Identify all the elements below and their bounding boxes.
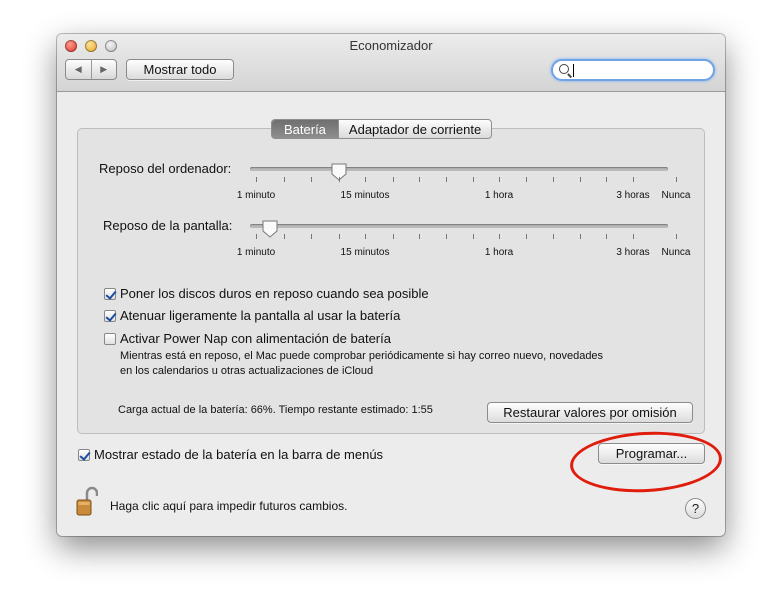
search-field[interactable] bbox=[551, 59, 715, 81]
text-caret bbox=[573, 64, 574, 77]
dim-display-label: Atenuar ligeramente la pantalla al usar … bbox=[120, 308, 401, 323]
back-forward-control: ◀ ▶ bbox=[65, 59, 117, 80]
slider-tick bbox=[553, 177, 554, 182]
slider-tick bbox=[473, 177, 474, 182]
slider-tick bbox=[499, 177, 500, 182]
power-nap-note-line: en los calendarios u otras actualizacion… bbox=[120, 365, 374, 377]
slider-tick bbox=[526, 234, 527, 239]
slider-tick bbox=[676, 234, 677, 239]
slider-tick bbox=[446, 234, 447, 239]
power-nap-note-line: Mientras está en reposo, el Mac puede co… bbox=[120, 350, 604, 362]
power-nap-note: Mientras está en reposo, el Mac puede co… bbox=[120, 349, 603, 379]
window-title: Economizador bbox=[349, 38, 433, 53]
slider-tick bbox=[526, 177, 527, 182]
tick-label-never: Nunca bbox=[661, 247, 691, 258]
slider-tick bbox=[606, 234, 607, 239]
tick-label-never: Nunca bbox=[661, 190, 691, 201]
chevron-left-icon[interactable]: ◀ bbox=[66, 60, 91, 79]
hard-disk-sleep-checkbox[interactable] bbox=[104, 287, 116, 300]
slider-tick bbox=[419, 177, 420, 182]
unlocked-padlock-icon[interactable] bbox=[76, 486, 99, 516]
slider-tick bbox=[393, 234, 394, 239]
restore-defaults-button[interactable]: Restaurar valores por omisión bbox=[487, 402, 693, 423]
tick-label-1-hour: 1 hora bbox=[484, 190, 514, 201]
power-source-tabs: Batería Adaptador de corriente bbox=[271, 119, 493, 139]
slider-tick bbox=[311, 234, 312, 239]
display-sleep-slider-thumb[interactable] bbox=[262, 220, 278, 238]
show-all-button[interactable]: Mostrar todo bbox=[126, 59, 234, 80]
slider-tick bbox=[580, 177, 581, 182]
slider-tick bbox=[256, 234, 257, 239]
slider-tick bbox=[365, 177, 366, 182]
power-nap-row[interactable]: Activar Power Nap con alimentación de ba… bbox=[104, 331, 391, 346]
show-battery-status-row[interactable]: Mostrar estado de la batería en la barra… bbox=[78, 447, 383, 462]
slider-tick bbox=[473, 234, 474, 239]
battery-status-text: Carga actual de la batería: 66%. Tiempo … bbox=[118, 404, 433, 416]
slider-tick bbox=[256, 177, 257, 182]
tick-label-15-minutes: 15 minutos bbox=[340, 247, 390, 258]
slider-tick bbox=[606, 177, 607, 182]
title-bar: Economizador ◀ ▶ Mostrar todo bbox=[57, 34, 725, 92]
slider-tick bbox=[633, 177, 634, 182]
computer-sleep-slider-track[interactable] bbox=[250, 167, 668, 171]
search-icon bbox=[559, 64, 569, 74]
tab-battery[interactable]: Batería bbox=[272, 120, 338, 138]
show-battery-status-checkbox[interactable] bbox=[78, 448, 90, 461]
search-input[interactable] bbox=[575, 61, 709, 81]
tick-label-3-hours: 3 horas bbox=[616, 190, 650, 201]
computer-sleep-label: Reposo del ordenador: bbox=[99, 161, 232, 176]
slider-tick bbox=[446, 177, 447, 182]
slider-tick bbox=[393, 177, 394, 182]
hard-disk-sleep-label: Poner los discos duros en reposo cuando … bbox=[120, 286, 429, 301]
lock-hint-text: Haga clic aquí para impedir futuros camb… bbox=[110, 499, 348, 513]
slider-tick bbox=[580, 234, 581, 239]
tab-power-adapter[interactable]: Adaptador de corriente bbox=[337, 120, 491, 138]
power-nap-label: Activar Power Nap con alimentación de ba… bbox=[120, 331, 391, 346]
slider-tick bbox=[284, 234, 285, 239]
slider-tick bbox=[553, 234, 554, 239]
tick-label-15-minutes: 15 minutos bbox=[340, 190, 390, 201]
power-nap-checkbox[interactable] bbox=[104, 332, 116, 345]
slider-tick bbox=[339, 234, 340, 239]
slider-tick bbox=[676, 177, 677, 182]
tick-label-3-hours: 3 horas bbox=[616, 247, 650, 258]
slider-tick bbox=[284, 177, 285, 182]
tick-label-1-minute: 1 minuto bbox=[236, 247, 276, 258]
display-sleep-slider-track[interactable] bbox=[250, 224, 668, 228]
slider-tick bbox=[311, 177, 312, 182]
slider-tick bbox=[499, 234, 500, 239]
display-sleep-label: Reposo de la pantalla: bbox=[103, 218, 233, 233]
computer-sleep-slider-thumb[interactable] bbox=[331, 163, 347, 181]
chevron-right-icon[interactable]: ▶ bbox=[90, 60, 117, 79]
tick-label-1-hour: 1 hora bbox=[484, 247, 514, 258]
hard-disk-sleep-row[interactable]: Poner los discos duros en reposo cuando … bbox=[104, 286, 429, 301]
show-battery-status-label: Mostrar estado de la batería en la barra… bbox=[94, 447, 384, 462]
help-button[interactable]: ? bbox=[685, 498, 706, 519]
slider-tick bbox=[633, 234, 634, 239]
slider-tick bbox=[365, 234, 366, 239]
slider-tick bbox=[419, 234, 420, 239]
dim-display-checkbox[interactable] bbox=[104, 309, 116, 322]
tick-label-1-minute: 1 minuto bbox=[236, 190, 276, 201]
dim-display-row[interactable]: Atenuar ligeramente la pantalla al usar … bbox=[104, 308, 400, 323]
slider-tick bbox=[339, 177, 340, 182]
